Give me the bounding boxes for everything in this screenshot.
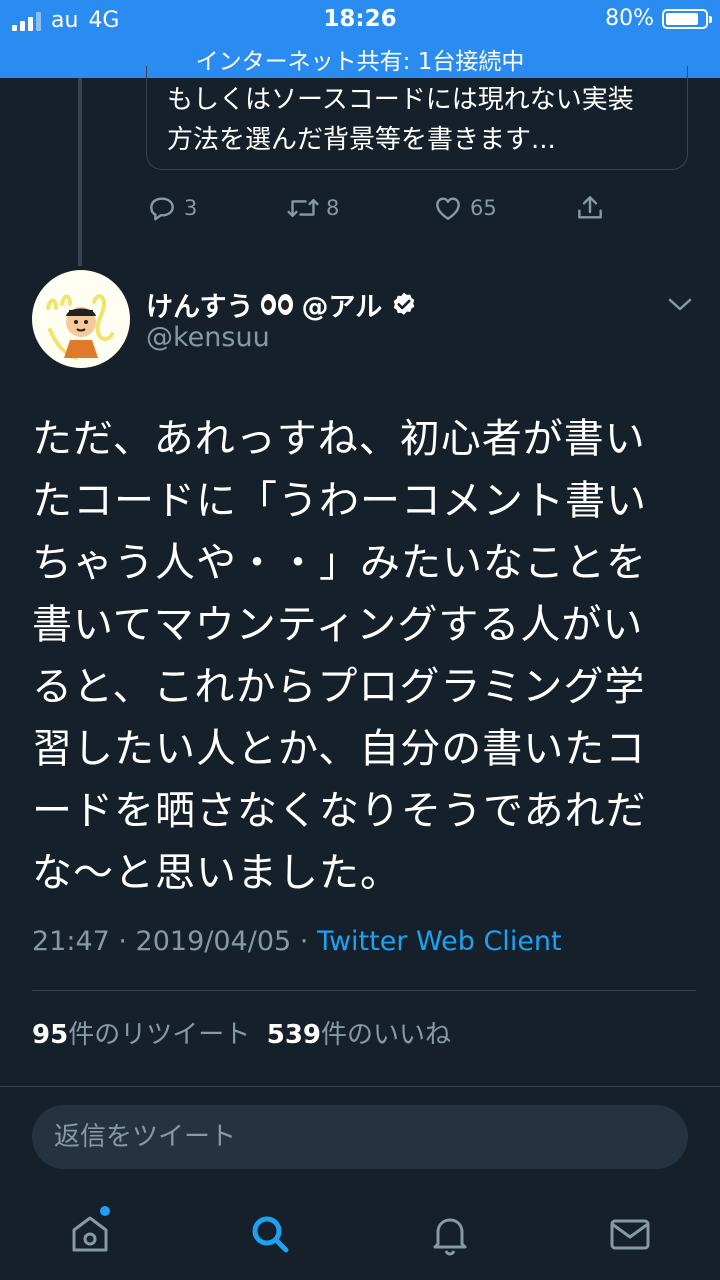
reply-button[interactable]: 3 xyxy=(146,192,197,224)
quoted-text-line: もしくはソースコードには現れない実装 xyxy=(167,85,634,115)
like-count: 65 xyxy=(470,196,497,220)
retweet-icon xyxy=(287,198,319,218)
tab-search[interactable] xyxy=(242,1206,298,1262)
timestamp: 21:47 · 2019/04/05 · xyxy=(32,926,317,957)
thread-line xyxy=(78,78,82,266)
more-options-button[interactable] xyxy=(666,292,694,316)
chevron-down-icon xyxy=(668,298,692,311)
battery-percent: 80% xyxy=(605,6,654,31)
like-total-label: 件のいいね xyxy=(321,1020,452,1050)
retweet-count: 8 xyxy=(326,196,340,220)
tweet-line: ただ、あれっすね、初心者が書い xyxy=(32,416,646,462)
notifications-icon xyxy=(433,1218,467,1256)
reply-input[interactable]: 返信をツイート xyxy=(32,1105,688,1169)
display-name[interactable]: けんすう @アル xyxy=(146,285,418,324)
like-button[interactable]: 65 xyxy=(432,192,497,224)
user-handle[interactable]: @kensuu xyxy=(146,322,270,353)
like-total[interactable]: 539 xyxy=(267,1020,321,1050)
share-button[interactable] xyxy=(574,192,606,224)
reply-icon xyxy=(150,197,174,221)
divider xyxy=(0,1086,720,1087)
engagement-counts: 95件のリツイート 539件のいいね xyxy=(32,1014,451,1051)
eyes-emoji-icon xyxy=(261,294,294,315)
tweet-line: 書いてマウンティングする人がい xyxy=(32,602,644,648)
retweet-total[interactable]: 95 xyxy=(32,1020,68,1050)
tweet-line: な〜と思いました。 xyxy=(32,850,401,896)
battery-icon xyxy=(662,8,712,29)
tweet-body: ただ、あれっすね、初心者が書い たコードに「うわーコメント書い ちゃう人や・・」… xyxy=(32,408,682,904)
tab-notifications[interactable] xyxy=(422,1206,478,1262)
share-icon xyxy=(578,196,602,219)
tweet-line: ードを晒さなくなりそうであれだ xyxy=(32,788,647,834)
tweet-actions: 3 8 65 xyxy=(146,192,626,232)
tweet-line: 習したい人とか、自分の書いたコ xyxy=(32,726,647,772)
tweet-line: ると、これからプログラミング学 xyxy=(32,664,646,710)
quoted-text-line: 方法を選んだ背景等を書きます... xyxy=(167,125,556,155)
heart-icon xyxy=(436,197,460,220)
tab-home[interactable] xyxy=(62,1206,118,1262)
messages-icon xyxy=(610,1219,650,1250)
display-name-text: けんすう xyxy=(146,292,254,323)
divider xyxy=(32,990,696,991)
tweet-meta: 21:47 · 2019/04/05 · Twitter Web Client xyxy=(32,926,562,957)
avatar[interactable] xyxy=(32,270,130,368)
display-name-suffix: @アル xyxy=(301,292,383,323)
quoted-tweet-card[interactable]: もしくはソースコードには現れない実装 方法を選んだ背景等を書きます... xyxy=(146,66,688,170)
home-icon xyxy=(72,1216,108,1252)
tweet-line: ちゃう人や・・」みたいなことを xyxy=(32,540,647,586)
search-icon xyxy=(252,1216,289,1253)
notification-dot xyxy=(100,1206,110,1216)
tweet-line: たコードに「うわーコメント書い xyxy=(32,478,647,524)
verified-badge-icon xyxy=(393,292,415,315)
reply-count: 3 xyxy=(184,196,198,220)
tab-bar xyxy=(0,1186,720,1280)
status-right: 80% xyxy=(605,6,712,31)
tab-messages[interactable] xyxy=(602,1206,658,1262)
avatar-illustration xyxy=(46,294,114,360)
retweet-button[interactable]: 8 xyxy=(286,192,339,224)
client-link[interactable]: Twitter Web Client xyxy=(317,926,562,957)
retweet-total-label: 件のリツイート xyxy=(68,1020,251,1050)
